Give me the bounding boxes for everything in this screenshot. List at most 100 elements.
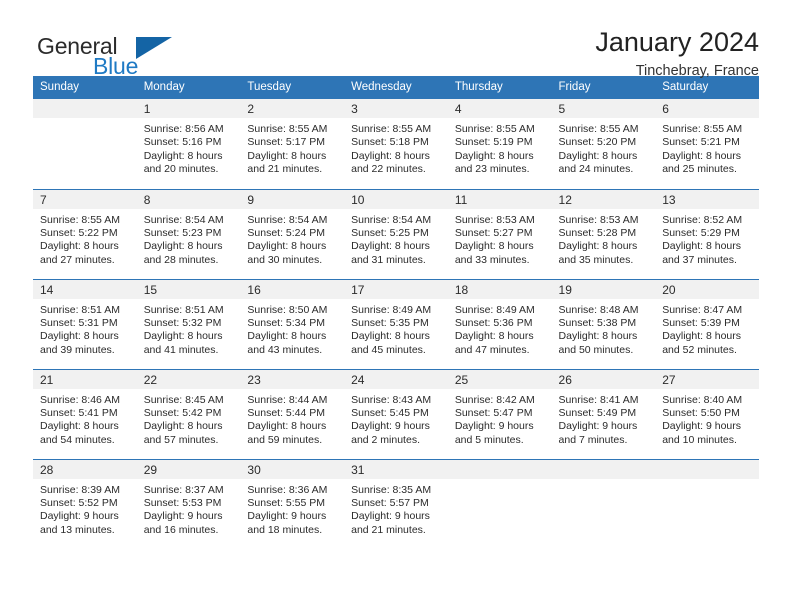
sunrise-text: Sunrise: 8:36 AM bbox=[247, 483, 328, 496]
day-cell[interactable]: 1 Sunrise: 8:56 AM Sunset: 5:16 PM Dayli… bbox=[136, 99, 241, 189]
daylight-text-line1: Daylight: 8 hours bbox=[247, 240, 327, 253]
sunrise-text: Sunrise: 8:55 AM bbox=[351, 123, 432, 135]
sunset-text: Sunset: 5:50 PM bbox=[662, 406, 740, 419]
day-details: Sunrise: 8:55 AM Sunset: 5:18 PM Dayligh… bbox=[344, 118, 448, 177]
daylight-text-line2: and 31 minutes. bbox=[351, 253, 426, 266]
day-number: 19 bbox=[551, 279, 656, 299]
sunrise-text: Sunrise: 8:46 AM bbox=[40, 393, 120, 406]
sunrise-text: Sunrise: 8:39 AM bbox=[40, 483, 120, 496]
day-number: 25 bbox=[447, 369, 552, 389]
sunset-text: Sunset: 5:38 PM bbox=[558, 316, 637, 329]
calendar-week-row: 14 Sunrise: 8:51 AM Sunset: 5:31 PM Dayl… bbox=[33, 278, 759, 369]
day-cell[interactable]: 30 Sunrise: 8:36 AM Sunset: 5:55 PM Dayl… bbox=[240, 458, 345, 549]
day-cell[interactable]: 15 Sunrise: 8:51 AM Sunset: 5:32 PM Dayl… bbox=[136, 278, 241, 369]
day-details: Sunrise: 8:51 AM Sunset: 5:32 PM Dayligh… bbox=[137, 299, 241, 358]
day-number: 21 bbox=[33, 369, 137, 389]
sunrise-text: Sunrise: 8:53 AM bbox=[558, 213, 639, 226]
day-cell[interactable]: 7 Sunrise: 8:55 AM Sunset: 5:22 PM Dayli… bbox=[33, 188, 137, 279]
sunrise-text: Sunrise: 8:52 AM bbox=[662, 213, 743, 226]
day-number: 13 bbox=[655, 189, 759, 209]
sunset-text: Sunset: 5:29 PM bbox=[662, 226, 740, 239]
daylight-text-line2: and 30 minutes. bbox=[247, 253, 323, 266]
page-header: General Blue January 2024 Tinchebray, Fr… bbox=[33, 0, 759, 80]
day-cell[interactable]: 6 Sunrise: 8:55 AM Sunset: 5:21 PM Dayli… bbox=[655, 99, 759, 189]
sunrise-text: Sunrise: 8:55 AM bbox=[40, 213, 120, 226]
sunset-text: Sunset: 5:35 PM bbox=[351, 316, 429, 329]
day-cell[interactable]: 11 Sunrise: 8:53 AM Sunset: 5:27 PM Dayl… bbox=[447, 188, 552, 279]
day-details: Sunrise: 8:55 AM Sunset: 5:19 PM Dayligh… bbox=[448, 118, 552, 177]
sunrise-text: Sunrise: 8:55 AM bbox=[454, 123, 535, 135]
sunrise-text: Sunrise: 8:43 AM bbox=[351, 393, 432, 406]
day-cell[interactable]: 16 Sunrise: 8:50 AM Sunset: 5:34 PM Dayl… bbox=[240, 278, 345, 369]
day-details: Sunrise: 8:43 AM Sunset: 5:45 PM Dayligh… bbox=[344, 389, 448, 448]
brand-logo[interactable]: General Blue bbox=[33, 26, 213, 84]
daylight-text-line1: Daylight: 8 hours bbox=[558, 149, 638, 162]
sunrise-text: Sunrise: 8:40 AM bbox=[662, 393, 743, 406]
day-cell[interactable]: 23 Sunrise: 8:44 AM Sunset: 5:44 PM Dayl… bbox=[240, 368, 345, 459]
day-details: Sunrise: 8:53 AM Sunset: 5:27 PM Dayligh… bbox=[448, 209, 552, 268]
day-number: 29 bbox=[136, 459, 241, 479]
day-details: Sunrise: 8:44 AM Sunset: 5:44 PM Dayligh… bbox=[240, 389, 344, 448]
day-cell[interactable]: 12 Sunrise: 8:53 AM Sunset: 5:28 PM Dayl… bbox=[551, 188, 656, 279]
sunset-text: Sunset: 5:23 PM bbox=[143, 226, 222, 239]
daylight-text-line1: Daylight: 8 hours bbox=[143, 240, 223, 253]
day-cell[interactable]: 2 Sunrise: 8:55 AM Sunset: 5:17 PM Dayli… bbox=[240, 99, 345, 189]
daylight-text-line1: Daylight: 9 hours bbox=[558, 420, 638, 433]
sunset-text: Sunset: 5:24 PM bbox=[247, 226, 326, 239]
weekday-header-friday: Friday bbox=[551, 76, 656, 99]
day-cell[interactable]: 29 Sunrise: 8:37 AM Sunset: 5:53 PM Dayl… bbox=[136, 458, 241, 549]
day-cell[interactable]: 5 Sunrise: 8:55 AM Sunset: 5:20 PM Dayli… bbox=[551, 99, 656, 189]
day-number bbox=[447, 459, 552, 479]
day-details: Sunrise: 8:47 AM Sunset: 5:39 PM Dayligh… bbox=[655, 299, 759, 358]
sunset-text: Sunset: 5:44 PM bbox=[247, 406, 326, 419]
day-number: 17 bbox=[344, 279, 448, 299]
sunset-text: Sunset: 5:19 PM bbox=[454, 136, 533, 149]
daylight-text-line2: and 25 minutes. bbox=[662, 163, 737, 176]
day-cell[interactable]: 10 Sunrise: 8:54 AM Sunset: 5:25 PM Dayl… bbox=[344, 188, 448, 279]
day-cell[interactable]: 18 Sunrise: 8:49 AM Sunset: 5:36 PM Dayl… bbox=[447, 278, 552, 369]
day-details: Sunrise: 8:36 AM Sunset: 5:55 PM Dayligh… bbox=[240, 479, 344, 538]
day-cell bbox=[551, 458, 656, 549]
day-details: Sunrise: 8:46 AM Sunset: 5:41 PM Dayligh… bbox=[33, 389, 137, 448]
sunset-text: Sunset: 5:42 PM bbox=[143, 406, 222, 419]
day-cell[interactable]: 17 Sunrise: 8:49 AM Sunset: 5:35 PM Dayl… bbox=[344, 278, 448, 369]
day-cell[interactable]: 14 Sunrise: 8:51 AM Sunset: 5:31 PM Dayl… bbox=[33, 278, 137, 369]
day-cell[interactable]: 24 Sunrise: 8:43 AM Sunset: 5:45 PM Dayl… bbox=[344, 368, 448, 459]
day-cell[interactable]: 27 Sunrise: 8:40 AM Sunset: 5:50 PM Dayl… bbox=[655, 368, 759, 459]
day-cell bbox=[655, 458, 759, 549]
sunset-text: Sunset: 5:34 PM bbox=[247, 316, 326, 329]
day-cell[interactable]: 4 Sunrise: 8:55 AM Sunset: 5:19 PM Dayli… bbox=[447, 99, 552, 189]
day-details: Sunrise: 8:53 AM Sunset: 5:28 PM Dayligh… bbox=[552, 209, 656, 268]
day-details: Sunrise: 8:35 AM Sunset: 5:57 PM Dayligh… bbox=[344, 479, 448, 538]
daylight-text-line1: Daylight: 8 hours bbox=[351, 149, 430, 162]
day-number: 6 bbox=[655, 99, 759, 118]
day-details: Sunrise: 8:54 AM Sunset: 5:24 PM Dayligh… bbox=[240, 209, 344, 268]
day-cell[interactable]: 25 Sunrise: 8:42 AM Sunset: 5:47 PM Dayl… bbox=[447, 368, 552, 459]
daylight-text-line2: and 33 minutes. bbox=[454, 253, 530, 266]
daylight-text-line1: Daylight: 8 hours bbox=[454, 240, 534, 253]
day-number: 7 bbox=[33, 189, 137, 209]
day-cell[interactable]: 21 Sunrise: 8:46 AM Sunset: 5:41 PM Dayl… bbox=[33, 368, 137, 459]
daylight-text-line1: Daylight: 8 hours bbox=[351, 330, 430, 343]
page-subtitle: Tinchebray, France bbox=[635, 63, 759, 80]
day-number: 27 bbox=[655, 369, 759, 389]
day-cell[interactable]: 22 Sunrise: 8:45 AM Sunset: 5:42 PM Dayl… bbox=[136, 368, 241, 459]
day-cell[interactable]: 9 Sunrise: 8:54 AM Sunset: 5:24 PM Dayli… bbox=[240, 188, 345, 279]
sunrise-text: Sunrise: 8:56 AM bbox=[143, 123, 224, 135]
daylight-text-line1: Daylight: 9 hours bbox=[351, 510, 430, 523]
day-number: 18 bbox=[447, 279, 552, 299]
sunset-text: Sunset: 5:18 PM bbox=[351, 136, 429, 149]
day-cell[interactable]: 13 Sunrise: 8:52 AM Sunset: 5:29 PM Dayl… bbox=[655, 188, 759, 279]
day-cell[interactable]: 3 Sunrise: 8:55 AM Sunset: 5:18 PM Dayli… bbox=[344, 99, 448, 189]
day-number: 1 bbox=[136, 99, 241, 118]
sunset-text: Sunset: 5:36 PM bbox=[454, 316, 533, 329]
day-cell[interactable]: 20 Sunrise: 8:47 AM Sunset: 5:39 PM Dayl… bbox=[655, 278, 759, 369]
day-cell[interactable]: 28 Sunrise: 8:39 AM Sunset: 5:52 PM Dayl… bbox=[33, 458, 137, 549]
day-cell[interactable]: 26 Sunrise: 8:41 AM Sunset: 5:49 PM Dayl… bbox=[551, 368, 656, 459]
day-number bbox=[655, 459, 759, 479]
day-cell[interactable]: 19 Sunrise: 8:48 AM Sunset: 5:38 PM Dayl… bbox=[551, 278, 656, 369]
daylight-text-line1: Daylight: 9 hours bbox=[351, 420, 430, 433]
day-cell[interactable]: 8 Sunrise: 8:54 AM Sunset: 5:23 PM Dayli… bbox=[136, 188, 241, 279]
sunrise-text: Sunrise: 8:55 AM bbox=[247, 123, 328, 135]
day-cell[interactable]: 31 Sunrise: 8:35 AM Sunset: 5:57 PM Dayl… bbox=[344, 458, 448, 549]
